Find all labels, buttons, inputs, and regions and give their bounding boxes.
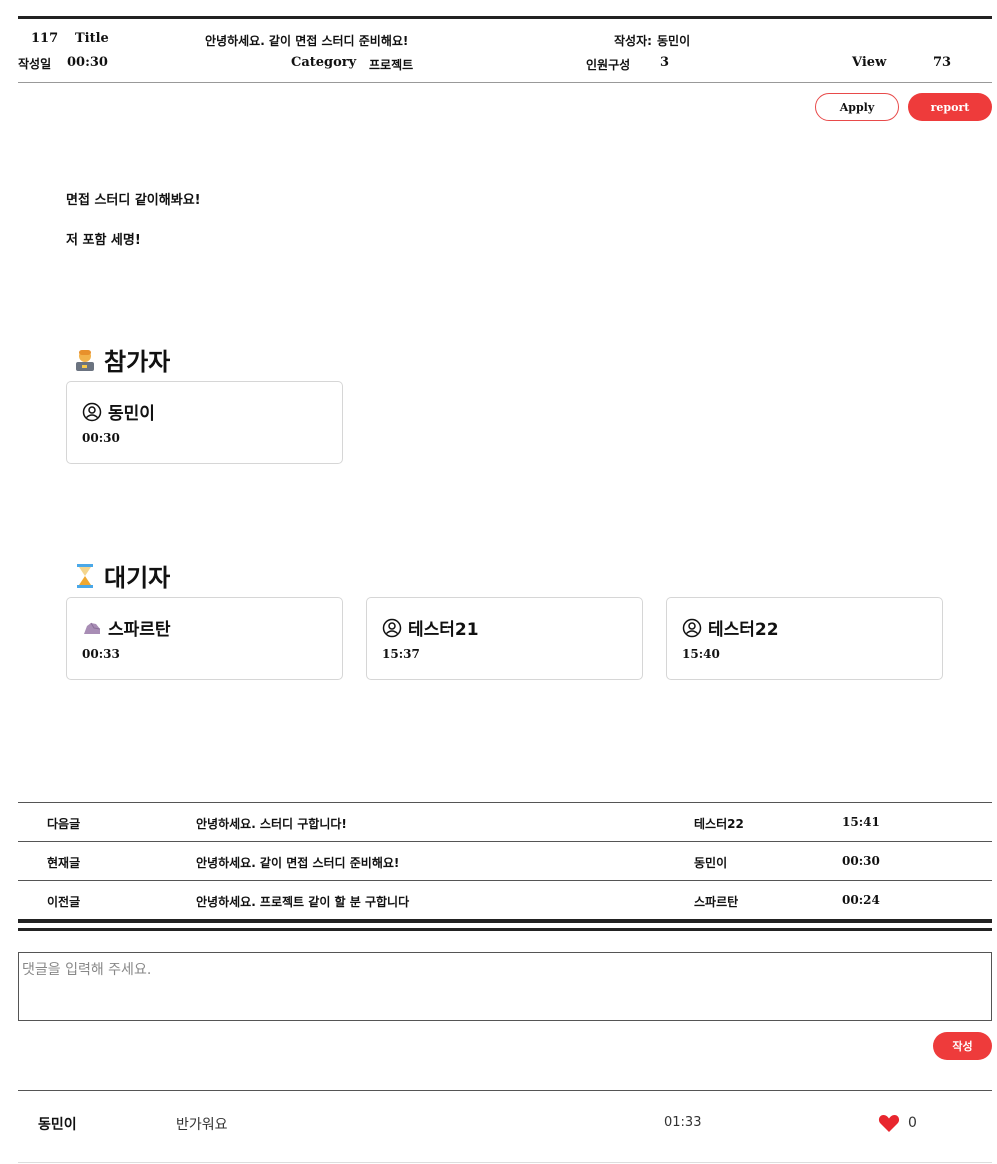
waiting-heading: 대기자 bbox=[72, 558, 170, 593]
rock-avatar-icon bbox=[84, 622, 101, 634]
comment-like[interactable]: 0 bbox=[878, 1113, 917, 1133]
user-circle-icon bbox=[382, 618, 402, 637]
participant-name: 동민이 bbox=[108, 404, 155, 424]
post-author: 동민이 bbox=[657, 34, 691, 48]
nav-time: 00:24 bbox=[842, 893, 880, 907]
post-date: 00:30 bbox=[67, 55, 108, 70]
apply-button[interactable]: Apply bbox=[815, 93, 899, 121]
waiting-title: 대기자 bbox=[104, 564, 171, 592]
participants-heading: 참가자 bbox=[72, 342, 170, 377]
heart-icon[interactable] bbox=[878, 1113, 900, 1133]
nav-label: 다음글 bbox=[47, 817, 81, 831]
technologist-icon bbox=[76, 349, 94, 371]
participant-name-row: 동민이 bbox=[82, 399, 155, 424]
content-line-2: 저 포함 세명! bbox=[66, 233, 141, 248]
nav-title-link[interactable]: 안녕하세요. 프로젝트 같이 할 분 구합니다 bbox=[196, 893, 409, 910]
nav-title-link[interactable]: 안녕하세요. 같이 면접 스터디 준비해요! bbox=[196, 854, 399, 871]
waiting-card-3: 테스터22 15:40 bbox=[666, 597, 943, 680]
user-circle-icon bbox=[82, 402, 102, 421]
hourglass-icon bbox=[77, 563, 93, 588]
nav-author: 테스터22 bbox=[694, 817, 744, 831]
nav-title-link[interactable]: 안녕하세요. 스터디 구합니다! bbox=[196, 815, 347, 832]
user-circle-icon bbox=[682, 618, 702, 637]
title-label: Title bbox=[75, 31, 109, 46]
nav-author: 스파르탄 bbox=[694, 895, 739, 909]
waiting-name-row: 테스터21 bbox=[382, 615, 479, 640]
nav-label: 현재글 bbox=[47, 856, 81, 870]
post-views: 73 bbox=[933, 55, 952, 70]
comment-time: 01:33 bbox=[664, 1115, 702, 1130]
participants-title: 참가자 bbox=[104, 348, 171, 376]
waiting-name-row: 스파르탄 bbox=[82, 615, 171, 640]
waiting-time: 15:40 bbox=[682, 647, 720, 661]
nav-label: 이전글 bbox=[47, 895, 81, 909]
section-divider bbox=[18, 919, 992, 923]
header-divider bbox=[18, 82, 992, 83]
nav-row-next[interactable]: 다음글 안녕하세요. 스터디 구합니다! 테스터22 15:41 bbox=[18, 802, 992, 842]
waiting-time: 15:37 bbox=[382, 647, 420, 661]
header-top-border bbox=[18, 16, 992, 19]
waiting-name: 테스터22 bbox=[708, 620, 779, 640]
nav-time: 00:30 bbox=[842, 854, 880, 868]
waiting-time: 00:33 bbox=[82, 647, 120, 661]
waiting-name: 테스터21 bbox=[408, 620, 479, 640]
waiting-name-row: 테스터22 bbox=[682, 615, 779, 640]
participant-card: 동민이 00:30 bbox=[66, 381, 343, 464]
report-button[interactable]: report bbox=[908, 93, 992, 121]
nav-row-current[interactable]: 현재글 안녕하세요. 같이 면접 스터디 준비해요! 동민이 00:30 bbox=[18, 841, 992, 881]
comment-list-divider bbox=[18, 1090, 992, 1091]
members-label: 인원구성 bbox=[586, 58, 631, 72]
date-label: 작성일 bbox=[18, 57, 52, 71]
nav-time: 15:41 bbox=[842, 815, 880, 829]
comment-input[interactable] bbox=[18, 952, 992, 1021]
waiting-card-1: 스파르탄 00:33 bbox=[66, 597, 343, 680]
like-count: 0 bbox=[908, 1115, 917, 1131]
content-line-1: 면접 스터디 같이해봐요! bbox=[66, 193, 201, 208]
nav-author: 동민이 bbox=[694, 856, 728, 870]
post-category: 프로젝트 bbox=[369, 58, 414, 72]
waiting-card-2: 테스터21 15:37 bbox=[366, 597, 643, 680]
view-label: View bbox=[852, 55, 887, 70]
section-divider bbox=[18, 928, 992, 931]
comment-row-divider bbox=[18, 1162, 992, 1163]
nav-row-prev[interactable]: 이전글 안녕하세요. 프로젝트 같이 할 분 구합니다 스파르탄 00:24 bbox=[18, 880, 992, 920]
post-members: 3 bbox=[660, 55, 670, 70]
category-label: Category bbox=[291, 55, 357, 70]
waiting-name: 스파르탄 bbox=[108, 620, 171, 640]
author-label: 작성자: bbox=[614, 34, 652, 48]
comment-text: 반가워요 bbox=[176, 1117, 228, 1133]
comment-submit-button[interactable]: 작성 bbox=[933, 1032, 992, 1060]
post-title: 안녕하세요. 같이 면접 스터디 준비해요! bbox=[205, 34, 409, 48]
post-number: 117 bbox=[31, 31, 59, 46]
participant-time: 00:30 bbox=[82, 431, 120, 445]
comment-author: 동민이 bbox=[38, 1117, 77, 1133]
